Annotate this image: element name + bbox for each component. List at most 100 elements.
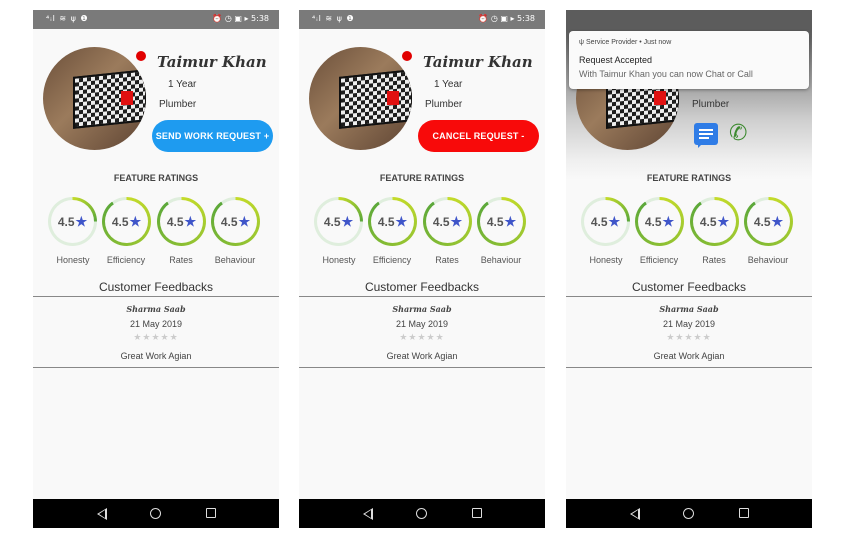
send-work-request-button[interactable]: SEND WORK REQUEST + [152, 120, 273, 152]
rating-value: 4.5 [699, 214, 717, 229]
home-icon[interactable] [683, 508, 694, 519]
phone-screen-1: ⁴ᵢl ≋ ψ ❶ ⏰ ◷ ▣ ▸ 5:38 Taimur Khan 1 Yea… [33, 10, 279, 528]
star-icon: ★ [504, 213, 517, 229]
status-icons-right: ⏰ ◷ ▣ ▸ 5:38 [478, 14, 535, 23]
phone-screen-3: 1 Year Plumber ✆ ψ Service Provider • Ju… [566, 10, 812, 528]
rating-value: 4.5 [590, 214, 608, 229]
review-date: 21 May 2019 [129, 319, 183, 329]
rating-label-efficiency: Efficiency [639, 255, 679, 265]
status-dot [402, 51, 412, 61]
star-icon: ★ [608, 213, 621, 229]
status-icons-right: ⏰ ◷ ▣ ▸ 5:38 [212, 14, 269, 23]
star-icon: ★ [662, 213, 675, 229]
review-date: 21 May 2019 [395, 319, 449, 329]
rating-label-honesty: Honesty [589, 255, 623, 265]
rating-ring-rates: 4.5 ★ [423, 197, 472, 246]
avatar-photo-tv [73, 69, 146, 129]
phone-screen-2: ⁴ᵢl ≋ ψ ❶ ⏰ ◷ ▣ ▸ 5:38 Taimur Khan 1 Yea… [299, 10, 545, 528]
rating-label-behaviour: Behaviour [480, 255, 522, 265]
rating-label-behaviour: Behaviour [214, 255, 256, 265]
rating-ring-behaviour: 4.5 ★ [477, 197, 526, 246]
rating-label-efficiency: Efficiency [372, 255, 412, 265]
provider-name: Taimur Khan [157, 53, 267, 71]
feature-ratings-title: FEATURE RATINGS [113, 173, 199, 183]
divider [33, 296, 279, 297]
rating-value: 4.5 [753, 214, 771, 229]
star-icon: ★ [184, 213, 197, 229]
reviewer-name: Sharma Saab [392, 304, 452, 314]
star-icon: ★ [75, 213, 88, 229]
reviewer-name: Sharma Saab [126, 304, 186, 314]
provider-profession: Plumber [425, 99, 463, 110]
status-bar: ⁴ᵢl ≋ ψ ❶ ⏰ ◷ ▣ ▸ 5:38 [299, 10, 545, 29]
avatar-photo-detail [387, 91, 399, 105]
review-text: Great Work Agian [120, 351, 192, 361]
recent-apps-icon[interactable] [472, 508, 482, 518]
review-stars: ★★★★★ [666, 332, 712, 342]
rating-value: 4.5 [644, 214, 662, 229]
rating-value: 4.5 [377, 214, 395, 229]
rating-ring-efficiency: 4.5 ★ [102, 197, 151, 246]
provider-avatar[interactable] [43, 47, 146, 150]
customer-feedbacks-title: Customer Feedbacks [631, 280, 747, 294]
rating-value: 4.5 [323, 214, 341, 229]
rating-ring-behaviour: 4.5 ★ [744, 197, 793, 246]
reviewer-name: Sharma Saab [659, 304, 719, 314]
star-icon: ★ [341, 213, 354, 229]
star-icon: ★ [450, 213, 463, 229]
navigation-bar [566, 499, 812, 528]
divider [299, 296, 545, 297]
back-icon[interactable] [97, 508, 107, 520]
review-text: Great Work Agian [386, 351, 458, 361]
star-icon: ★ [717, 213, 730, 229]
divider [566, 296, 812, 297]
divider [566, 367, 812, 368]
avatar-photo-detail [121, 91, 133, 105]
provider-experience: 1 Year [168, 79, 197, 90]
rating-label-rates: Rates [702, 255, 726, 265]
back-icon[interactable] [363, 508, 373, 520]
status-icons-left: ⁴ᵢl ≋ ψ ❶ [46, 14, 89, 23]
customer-feedbacks-title: Customer Feedbacks [98, 280, 214, 294]
rating-label-honesty: Honesty [322, 255, 356, 265]
recent-apps-icon[interactable] [206, 508, 216, 518]
rating-ring-efficiency: 4.5 ★ [368, 197, 417, 246]
rating-label-behaviour: Behaviour [747, 255, 789, 265]
rating-label-honesty: Honesty [56, 255, 90, 265]
recent-apps-icon[interactable] [739, 508, 749, 518]
phone-call-icon[interactable]: ✆ [729, 120, 747, 146]
notification-card[interactable]: ψ Service Provider • Just now Request Ac… [569, 31, 809, 89]
status-dot [136, 51, 146, 61]
provider-profession: Plumber [159, 99, 197, 110]
status-bar: ⁴ᵢl ≋ ψ ❶ ⏰ ◷ ▣ ▸ 5:38 [33, 10, 279, 29]
chat-icon[interactable] [694, 123, 718, 148]
rating-value: 4.5 [220, 214, 238, 229]
rating-ring-behaviour: 4.5 ★ [211, 197, 260, 246]
cancel-request-button[interactable]: CANCEL REQUEST - [418, 120, 539, 152]
review-date: 21 May 2019 [662, 319, 716, 329]
avatar-photo-tv [339, 69, 412, 129]
rating-ring-honesty: 4.5 ★ [48, 197, 97, 246]
home-icon[interactable] [416, 508, 427, 519]
rating-label-efficiency: Efficiency [106, 255, 146, 265]
customer-feedbacks-title: Customer Feedbacks [364, 280, 480, 294]
provider-avatar[interactable] [309, 47, 412, 150]
rating-value: 4.5 [166, 214, 184, 229]
review-stars: ★★★★★ [133, 332, 179, 342]
star-icon: ★ [129, 213, 142, 229]
avatar-photo-detail [654, 91, 666, 105]
navigation-bar [33, 499, 279, 528]
rating-ring-rates: 4.5 ★ [157, 197, 206, 246]
back-icon[interactable] [630, 508, 640, 520]
review-stars: ★★★★★ [399, 332, 445, 342]
review-text: Great Work Agian [653, 351, 725, 361]
provider-name: Taimur Khan [423, 53, 533, 71]
provider-profession: Plumber [692, 99, 730, 110]
home-icon[interactable] [150, 508, 161, 519]
notification-app-line: ψ Service Provider • Just now [579, 39, 672, 46]
rating-value: 4.5 [432, 214, 450, 229]
navigation-bar [299, 499, 545, 528]
notification-title: Request Accepted [579, 55, 653, 65]
rating-label-rates: Rates [435, 255, 459, 265]
feature-ratings-title: FEATURE RATINGS [379, 173, 465, 183]
